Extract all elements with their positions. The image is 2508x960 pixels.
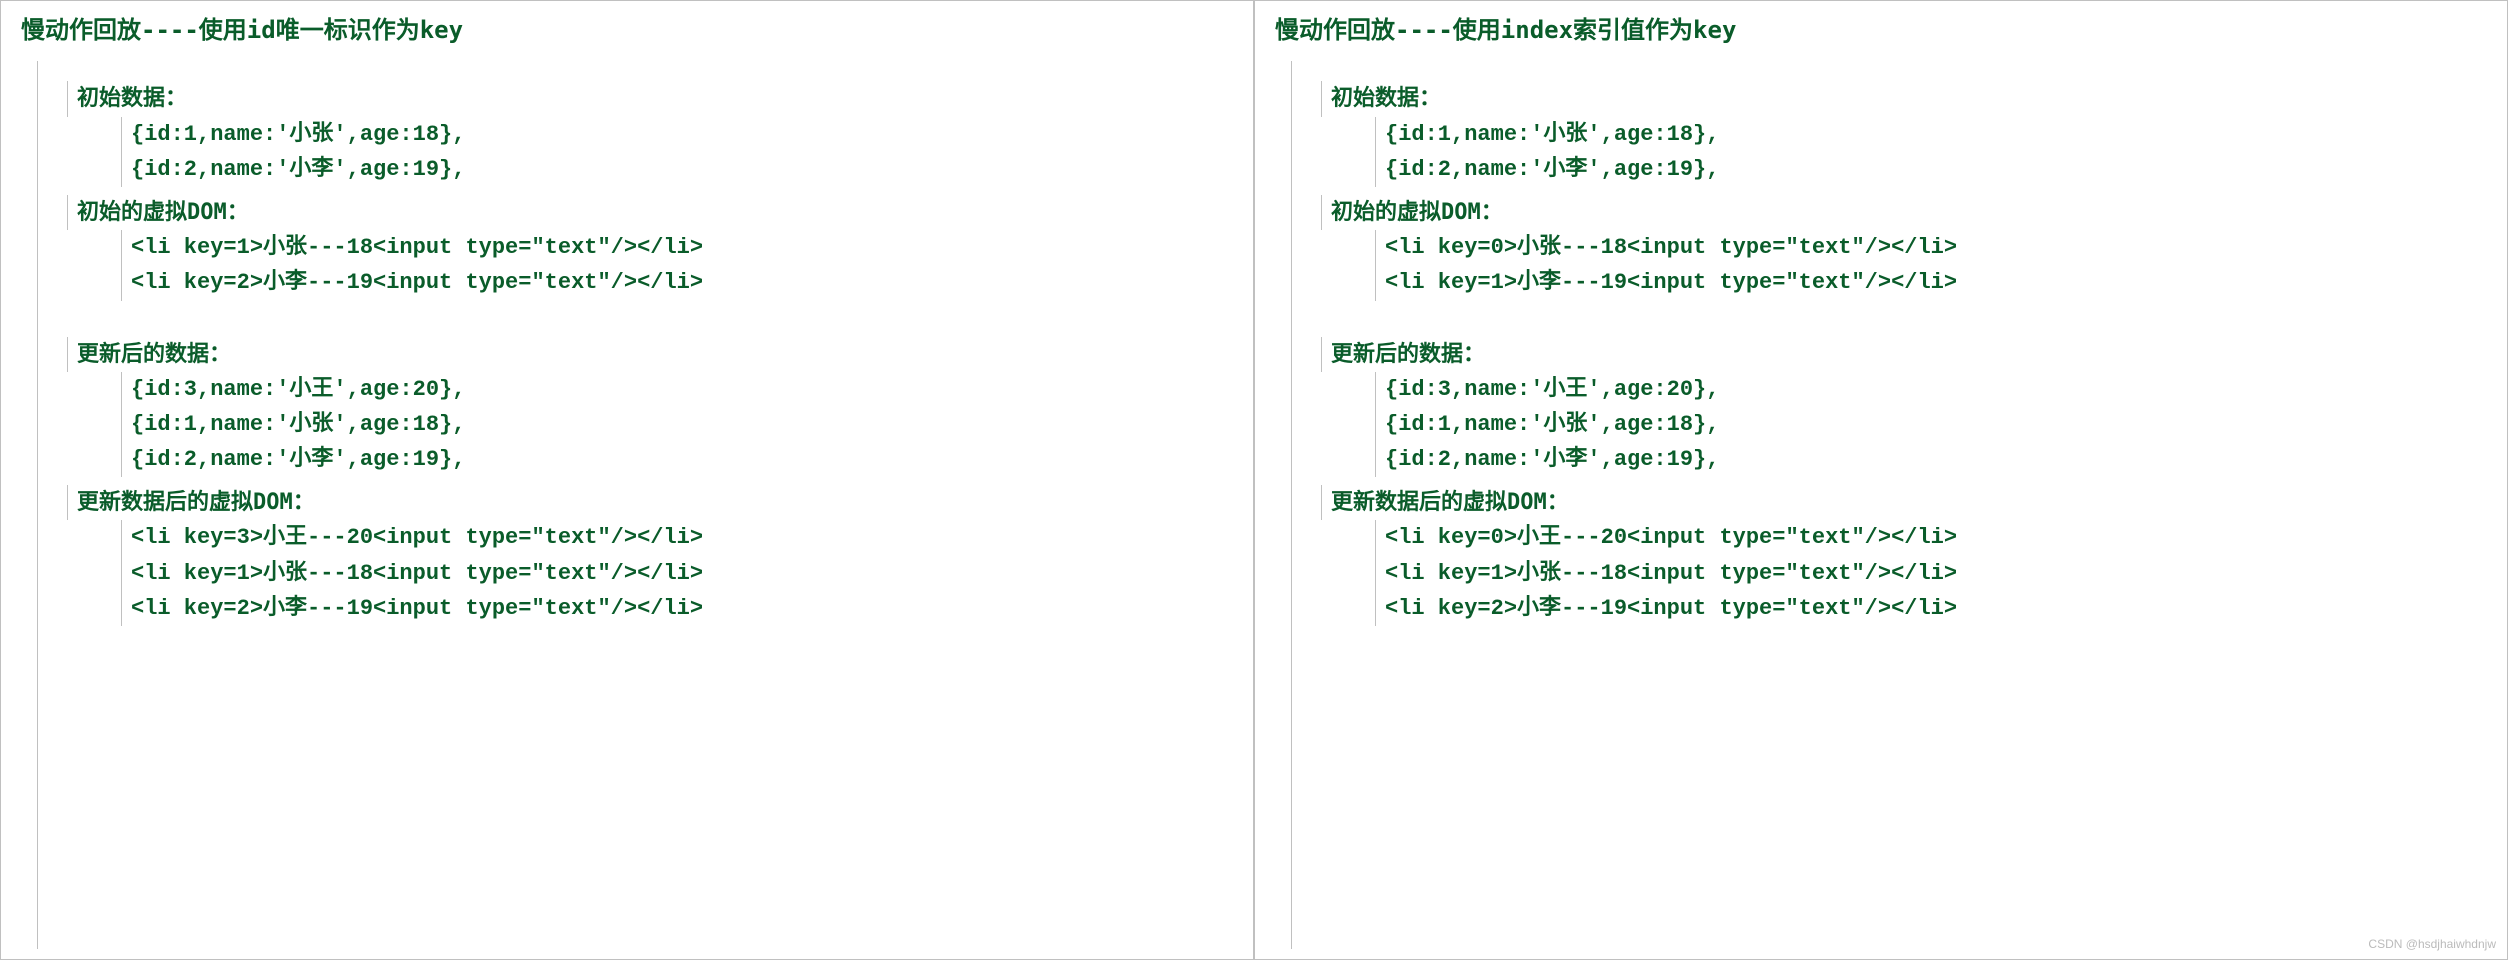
code-line: {id:1,name:'小张',age:18}, xyxy=(131,117,1233,152)
code-line: {id:2,name:'小李',age:19}, xyxy=(1385,152,2487,187)
code-line: {id:3,name:'小王',age:20}, xyxy=(131,372,1233,407)
right-initial-vdom-heading: 初始的虚拟DOM： xyxy=(1331,195,2487,230)
left-updated-vdom-heading: 更新数据后的虚拟DOM： xyxy=(77,485,1233,520)
code-line: <li key=2>小李---19<input type="text"/></l… xyxy=(131,265,1233,300)
code-line: <li key=1>小张---18<input type="text"/></l… xyxy=(131,230,1233,265)
left-title: 慢动作回放----使用id唯一标识作为key xyxy=(21,11,1233,49)
code-line: <li key=0>小张---18<input type="text"/></l… xyxy=(1385,230,2487,265)
code-line: {id:1,name:'小张',age:18}, xyxy=(131,407,1233,442)
right-updated-vdom-heading: 更新数据后的虚拟DOM： xyxy=(1331,485,2487,520)
code-line: <li key=2>小李---19<input type="text"/></l… xyxy=(1385,591,2487,626)
right-initial-data-heading: 初始数据： xyxy=(1331,81,2487,116)
document-container: 慢动作回放----使用id唯一标识作为key 初始数据： {id:1,name:… xyxy=(0,0,2508,960)
code-line: {id:1,name:'小张',age:18}, xyxy=(1385,407,2487,442)
left-initial-data-heading: 初始数据： xyxy=(77,81,1233,116)
code-line: {id:2,name:'小李',age:19}, xyxy=(131,442,1233,477)
code-line: <li key=3>小王---20<input type="text"/></l… xyxy=(131,520,1233,555)
spacer xyxy=(1275,301,2487,329)
code-line: {id:1,name:'小张',age:18}, xyxy=(1385,117,2487,152)
right-updated-data-heading: 更新后的数据： xyxy=(1331,337,2487,372)
outline-guide xyxy=(37,61,38,949)
code-line: {id:2,name:'小李',age:19}, xyxy=(1385,442,2487,477)
watermark: CSDN @hsdjhaiwhdnjw xyxy=(2368,935,2496,954)
outline-guide xyxy=(1291,61,1292,949)
code-line: <li key=0>小王---20<input type="text"/></l… xyxy=(1385,520,2487,555)
left-panel: 慢动作回放----使用id唯一标识作为key 初始数据： {id:1,name:… xyxy=(0,0,1254,960)
code-line: <li key=2>小李---19<input type="text"/></l… xyxy=(131,591,1233,626)
left-updated-data-heading: 更新后的数据： xyxy=(77,337,1233,372)
right-title: 慢动作回放----使用index索引值作为key xyxy=(1275,11,2487,49)
code-line: {id:3,name:'小王',age:20}, xyxy=(1385,372,2487,407)
code-line: <li key=1>小李---19<input type="text"/></l… xyxy=(1385,265,2487,300)
code-line: <li key=1>小张---18<input type="text"/></l… xyxy=(131,556,1233,591)
spacer xyxy=(21,301,1233,329)
code-line: {id:2,name:'小李',age:19}, xyxy=(131,152,1233,187)
code-line: <li key=1>小张---18<input type="text"/></l… xyxy=(1385,556,2487,591)
left-initial-vdom-heading: 初始的虚拟DOM： xyxy=(77,195,1233,230)
right-panel: 慢动作回放----使用index索引值作为key 初始数据： {id:1,nam… xyxy=(1254,0,2508,960)
